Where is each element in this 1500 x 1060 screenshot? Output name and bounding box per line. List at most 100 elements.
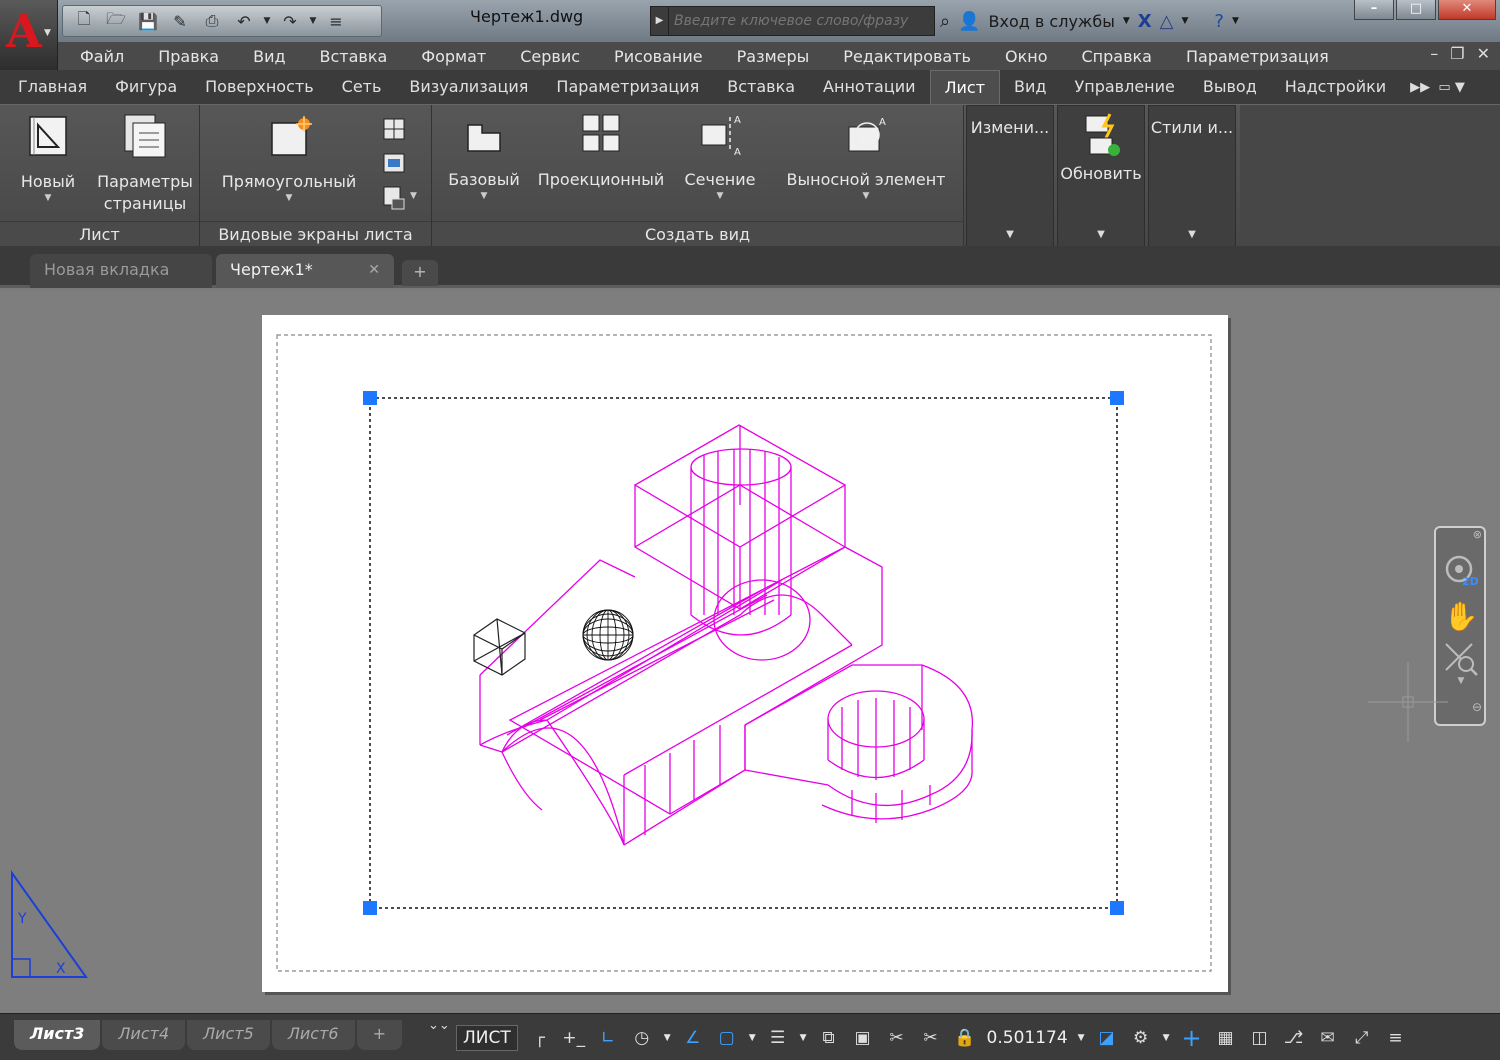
tab-annotate[interactable]: Аннотации [809, 70, 929, 104]
infer-constraints-icon[interactable]: +_ [562, 1024, 586, 1052]
isodraft-icon[interactable]: ∠ [681, 1024, 705, 1052]
chevron-down-icon[interactable]: ▼ [410, 191, 417, 201]
save-as-icon[interactable]: ✎ [165, 8, 195, 34]
application-menu-button[interactable]: A ▼ [0, 0, 58, 70]
close-icon[interactable]: ✕ [1438, 0, 1496, 20]
menu-window[interactable]: Окно [1005, 47, 1048, 66]
tab-drawing[interactable]: Чертеж1* ✕ [216, 254, 394, 288]
lock-viewport-icon[interactable]: 🔒 [953, 1024, 977, 1052]
annotation-monitor-icon[interactable]: + [1180, 1024, 1204, 1052]
redo-dropdown-icon[interactable]: ▼ [307, 16, 319, 26]
steering-wheel-2d-icon[interactable]: 2D [1444, 554, 1478, 588]
help-icon[interactable]: ? [1214, 11, 1224, 32]
menu-tools[interactable]: Сервис [520, 47, 580, 66]
tab-surface[interactable]: Поверхность [191, 70, 328, 104]
menu-insert[interactable]: Вставка [320, 47, 388, 66]
chevron-down-icon[interactable]: ▼ [1232, 16, 1239, 26]
section-view-button[interactable]: A A Сечение ▼ [678, 111, 762, 201]
new-layout-button[interactable]: Новый ▼ [10, 113, 86, 203]
open-folder-icon[interactable]: 🗁 [101, 8, 131, 34]
binoculars-icon[interactable]: ⌕ [940, 11, 950, 32]
sign-in-button[interactable]: Вход в службы [989, 12, 1115, 31]
tab-home[interactable]: Главная [4, 70, 101, 104]
menu-modify[interactable]: Редактировать [843, 47, 971, 66]
projected-view-button[interactable]: Проекционный [534, 111, 668, 191]
snap-mode-icon[interactable]: ┌ [528, 1024, 552, 1052]
hardware-acceleration-icon[interactable]: ✉ [1316, 1024, 1340, 1052]
layout-tab[interactable]: Лист6 [271, 1020, 355, 1050]
menu-help[interactable]: Справка [1081, 47, 1152, 66]
viewport-scale-value[interactable]: 0.501174 [987, 1028, 1068, 1048]
add-layout-icon[interactable]: + [356, 1020, 402, 1050]
save-icon[interactable]: 💾 [133, 8, 163, 34]
maximize-icon[interactable]: □ [1396, 0, 1436, 20]
layout-tab[interactable]: Лист4 [102, 1020, 186, 1050]
restore-icon[interactable]: ❐ [1450, 44, 1464, 63]
lock-viewport-icon[interactable] [382, 185, 406, 211]
drawing-canvas[interactable]: Y X ⊗ 2D ✋ ▼ ⊖ [0, 291, 1500, 1013]
menu-dimension[interactable]: Размеры [737, 47, 810, 66]
search-expand-icon[interactable]: ▶ [651, 7, 669, 35]
print-icon[interactable]: ⎙ [197, 8, 227, 34]
chevron-down-icon[interactable]: ▼ [749, 1033, 756, 1043]
chevron-down-icon[interactable]: ▼ [1123, 16, 1130, 26]
panel-modify-view[interactable]: Измени... ▼ [966, 105, 1054, 247]
menu-view[interactable]: Вид [253, 47, 285, 66]
layout-tab[interactable]: Лист3 [14, 1020, 101, 1050]
add-tab-icon[interactable]: + [402, 260, 438, 286]
user-icon[interactable]: 👤 [958, 11, 980, 32]
tab-new-tab[interactable]: Новая вкладка [30, 254, 212, 288]
units-icon[interactable]: ▦ [1214, 1024, 1238, 1052]
chevron-down-icon[interactable]: ▼ [800, 1033, 807, 1043]
customize-menu-icon[interactable]: ≡ [1384, 1024, 1408, 1052]
tab-output[interactable]: Вывод [1189, 70, 1271, 104]
transparency-icon[interactable]: ⧉ [817, 1024, 841, 1052]
search-input[interactable] [669, 13, 934, 29]
annotation-scale-icon[interactable]: ◪ [1095, 1024, 1119, 1052]
isolate-objects-icon[interactable]: ⎇ [1282, 1024, 1306, 1052]
paper-model-toggle[interactable]: ЛИСТ [456, 1025, 518, 1051]
object-snap-icon[interactable]: ▢ [715, 1024, 739, 1052]
tab-parametric[interactable]: Параметризация [542, 70, 713, 104]
minimize-icon[interactable]: – [1430, 44, 1438, 63]
polar-tracking-icon[interactable]: ◷ [630, 1024, 654, 1052]
selection-cycling-icon[interactable]: ▣ [851, 1024, 875, 1052]
rectangular-viewport-button[interactable]: Прямоугольный ▼ [216, 115, 362, 203]
chevron-down-icon[interactable]: ▼ [664, 1033, 671, 1043]
menu-edit[interactable]: Правка [158, 47, 219, 66]
tab-mesh[interactable]: Сеть [328, 70, 396, 104]
close-icon[interactable]: ⊗ [1436, 528, 1486, 541]
menu-file[interactable]: Файл [80, 47, 124, 66]
status-collapse-icon[interactable]: ⌄⌄ [428, 1018, 450, 1033]
named-viewports-icon[interactable] [382, 117, 406, 141]
pan-hand-icon[interactable]: ✋ [1436, 600, 1486, 633]
clean-screen-icon[interactable]: ⤢ [1350, 1024, 1374, 1052]
annotation-visibility-icon[interactable]: ✂ [885, 1024, 909, 1052]
close-icon[interactable]: ✕ [1477, 44, 1490, 63]
detail-view-button[interactable]: A Выносной элемент ▼ [778, 115, 954, 201]
quick-properties-icon[interactable]: ◫ [1248, 1024, 1272, 1052]
undo-dropdown-icon[interactable]: ▼ [261, 16, 273, 26]
close-tab-icon[interactable]: ✕ [368, 254, 380, 286]
ortho-mode-icon[interactable]: ∟ [596, 1024, 620, 1052]
tab-insert[interactable]: Вставка [713, 70, 809, 104]
customize-qat-icon[interactable]: ≡ [321, 8, 351, 34]
page-setup-button[interactable]: Параметры страницы [92, 113, 198, 215]
lineweight-icon[interactable]: ☰ [766, 1024, 790, 1052]
chevron-down-icon[interactable]: ▼ [1078, 1033, 1085, 1043]
tab-view[interactable]: Вид [1000, 70, 1060, 104]
auto-scale-icon[interactable]: ✂ [919, 1024, 943, 1052]
panel-styles[interactable]: Стили и... ▼ [1148, 105, 1236, 247]
menu-parametric[interactable]: Параметризация [1186, 47, 1329, 66]
tab-addins[interactable]: Надстройки [1271, 70, 1400, 104]
layout-tab[interactable]: Лист5 [187, 1020, 270, 1050]
base-view-button[interactable]: Базовый ▼ [444, 117, 524, 201]
panel-update[interactable]: Обновить ▼ [1057, 105, 1145, 247]
a360-icon[interactable]: △ [1160, 11, 1174, 32]
new-file-icon[interactable]: 🗋 [69, 8, 99, 34]
tab-manage[interactable]: Управление [1060, 70, 1188, 104]
undo-icon[interactable]: ↶ [229, 8, 259, 34]
tab-layout[interactable]: Лист [929, 70, 1001, 104]
menu-draw[interactable]: Рисование [614, 47, 703, 66]
redo-icon[interactable]: ↷ [275, 8, 305, 34]
